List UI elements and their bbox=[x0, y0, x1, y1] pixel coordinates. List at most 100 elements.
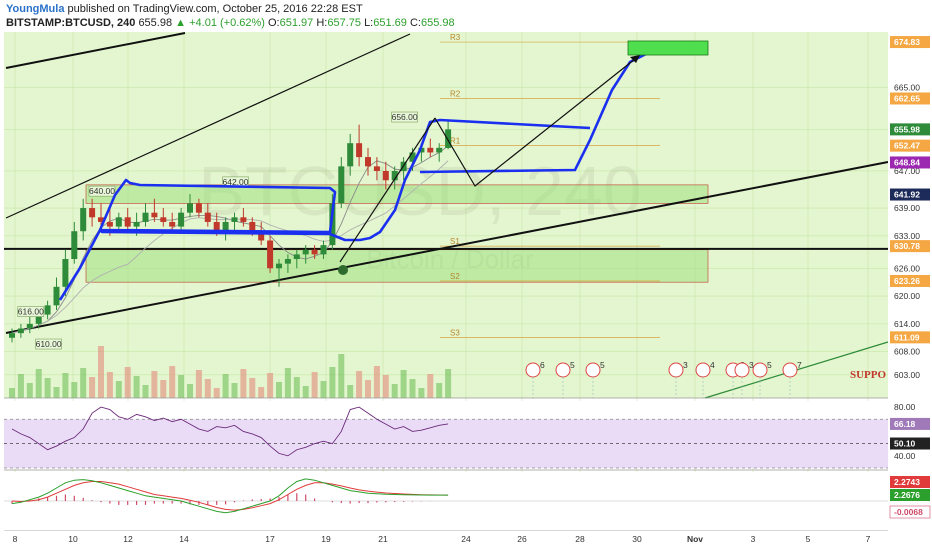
candle-body bbox=[267, 240, 274, 269]
volume-bar bbox=[418, 388, 425, 398]
candle-body bbox=[80, 208, 87, 232]
price-tick-label: 639.00 bbox=[894, 203, 920, 213]
time-tick-label: 12 bbox=[123, 534, 133, 544]
candle-body bbox=[231, 217, 238, 222]
volume-bar bbox=[204, 379, 211, 398]
candle-body bbox=[124, 217, 131, 227]
volume-bar bbox=[409, 379, 416, 398]
price-tag-label: 648.84 bbox=[894, 157, 920, 167]
candle-body bbox=[338, 166, 345, 204]
price-tag-label: 611.09 bbox=[894, 332, 920, 342]
rsi-tick-label: 80.00 bbox=[894, 402, 916, 412]
candle-body bbox=[240, 217, 247, 222]
candle-body bbox=[427, 147, 434, 153]
time-tick-label: 17 bbox=[265, 534, 275, 544]
price-tick-label: 626.00 bbox=[894, 263, 920, 273]
volume-bar bbox=[26, 383, 33, 398]
signal-value-label: 2.2676 bbox=[894, 490, 920, 500]
event-count: 3 bbox=[683, 360, 688, 370]
candle-body bbox=[302, 249, 309, 255]
event-count: 5 bbox=[570, 360, 575, 370]
volume-bar bbox=[347, 385, 354, 398]
candle-body bbox=[356, 143, 363, 158]
candle-body bbox=[151, 212, 158, 218]
event-flag-icon bbox=[782, 362, 798, 378]
price-tick-label: 614.00 bbox=[894, 319, 920, 329]
volume-bar bbox=[133, 376, 140, 398]
time-tick-label: 7 bbox=[866, 534, 871, 544]
event-flag-icon bbox=[668, 362, 684, 378]
time-tick-label: 26 bbox=[517, 534, 527, 544]
hist-value-label: -0.0068 bbox=[894, 507, 923, 517]
pivot-label-r3: R3 bbox=[450, 33, 461, 42]
candle-body bbox=[445, 129, 452, 148]
volume-bar bbox=[98, 346, 104, 398]
price-tick-label: 633.00 bbox=[894, 231, 920, 241]
volume-bar bbox=[178, 375, 185, 398]
candle-body bbox=[365, 157, 371, 167]
event-count: 6 bbox=[540, 360, 545, 370]
price-tag-label: 655.98 bbox=[894, 124, 920, 134]
candle-body bbox=[106, 221, 113, 227]
volume-bar bbox=[293, 377, 300, 398]
candle-body bbox=[276, 263, 282, 269]
volume-bar bbox=[365, 380, 371, 398]
candle-body bbox=[71, 231, 78, 260]
volume-bar bbox=[445, 369, 452, 398]
time-tick-label: 5 bbox=[806, 534, 811, 544]
volume-bar bbox=[356, 371, 363, 398]
candle-body bbox=[204, 212, 211, 222]
volume-bar bbox=[160, 380, 167, 398]
volume-bar bbox=[89, 377, 96, 398]
event-count: 5 bbox=[767, 360, 772, 370]
volume-bar bbox=[382, 375, 389, 398]
support-zone-1 bbox=[85, 249, 709, 283]
macd-pane[interactable]: 2.2743 2.2676 -0.0068 bbox=[4, 472, 931, 530]
event-flag-icon bbox=[734, 362, 750, 378]
candle-body bbox=[44, 305, 51, 315]
pivot-label-r1: R1 bbox=[450, 137, 461, 146]
volume-bar bbox=[427, 374, 434, 398]
event-count: 4 bbox=[710, 360, 715, 370]
volume-bar bbox=[276, 382, 282, 398]
time-tick-label: 19 bbox=[321, 534, 331, 544]
volume-bar bbox=[258, 387, 265, 398]
time-tick-label: 10 bbox=[68, 534, 78, 544]
price-tag-label: 662.65 bbox=[894, 93, 920, 103]
time-tick-label: 14 bbox=[179, 534, 189, 544]
volume-bar bbox=[115, 381, 122, 398]
pivot-label-s3: S3 bbox=[450, 328, 460, 337]
volume-bar bbox=[151, 371, 158, 398]
volume-bar bbox=[62, 373, 69, 398]
candle-body bbox=[169, 221, 176, 227]
volume-bar bbox=[436, 383, 443, 398]
volume-bar bbox=[53, 387, 60, 398]
price-tick-label: 665.00 bbox=[894, 83, 920, 93]
time-axis: 8 10 12 14 17 19 21 24 26 28 30 Nov 3 5 7 bbox=[0, 531, 932, 550]
price-tag-label: 630.78 bbox=[894, 241, 920, 251]
volume-bar bbox=[35, 369, 42, 398]
price-tag-label: 623.26 bbox=[894, 276, 920, 286]
time-tick-label: 3 bbox=[751, 534, 756, 544]
candle-body bbox=[284, 259, 291, 264]
volume-bar bbox=[80, 368, 87, 398]
candle-body bbox=[347, 143, 354, 167]
event-flag-icon bbox=[555, 362, 571, 378]
support-text: SUPPO bbox=[850, 369, 887, 381]
volume-bar bbox=[44, 378, 51, 398]
rsi-mid-label: 50.10 bbox=[894, 439, 916, 449]
rsi-pane[interactable]: 80.00 40.00 66.18 50.10 bbox=[4, 401, 930, 469]
volume-bar bbox=[106, 372, 113, 398]
event-count: 5 bbox=[600, 360, 605, 370]
time-tick-label: 24 bbox=[461, 534, 471, 544]
volume-bar bbox=[195, 370, 202, 398]
volume-bar bbox=[17, 374, 24, 398]
candle-body bbox=[382, 170, 389, 181]
price-chart[interactable]: BTCUSD, 240Bitcoin / DollarR3R2R1S1S2S36… bbox=[0, 0, 932, 550]
pivot-label-r2: R2 bbox=[450, 89, 461, 98]
candle-body bbox=[293, 254, 300, 260]
price-tick-label: 620.00 bbox=[894, 291, 920, 301]
volume-bar bbox=[338, 354, 345, 398]
pivot-label-s2: S2 bbox=[450, 272, 460, 281]
volume-bar bbox=[231, 383, 238, 398]
